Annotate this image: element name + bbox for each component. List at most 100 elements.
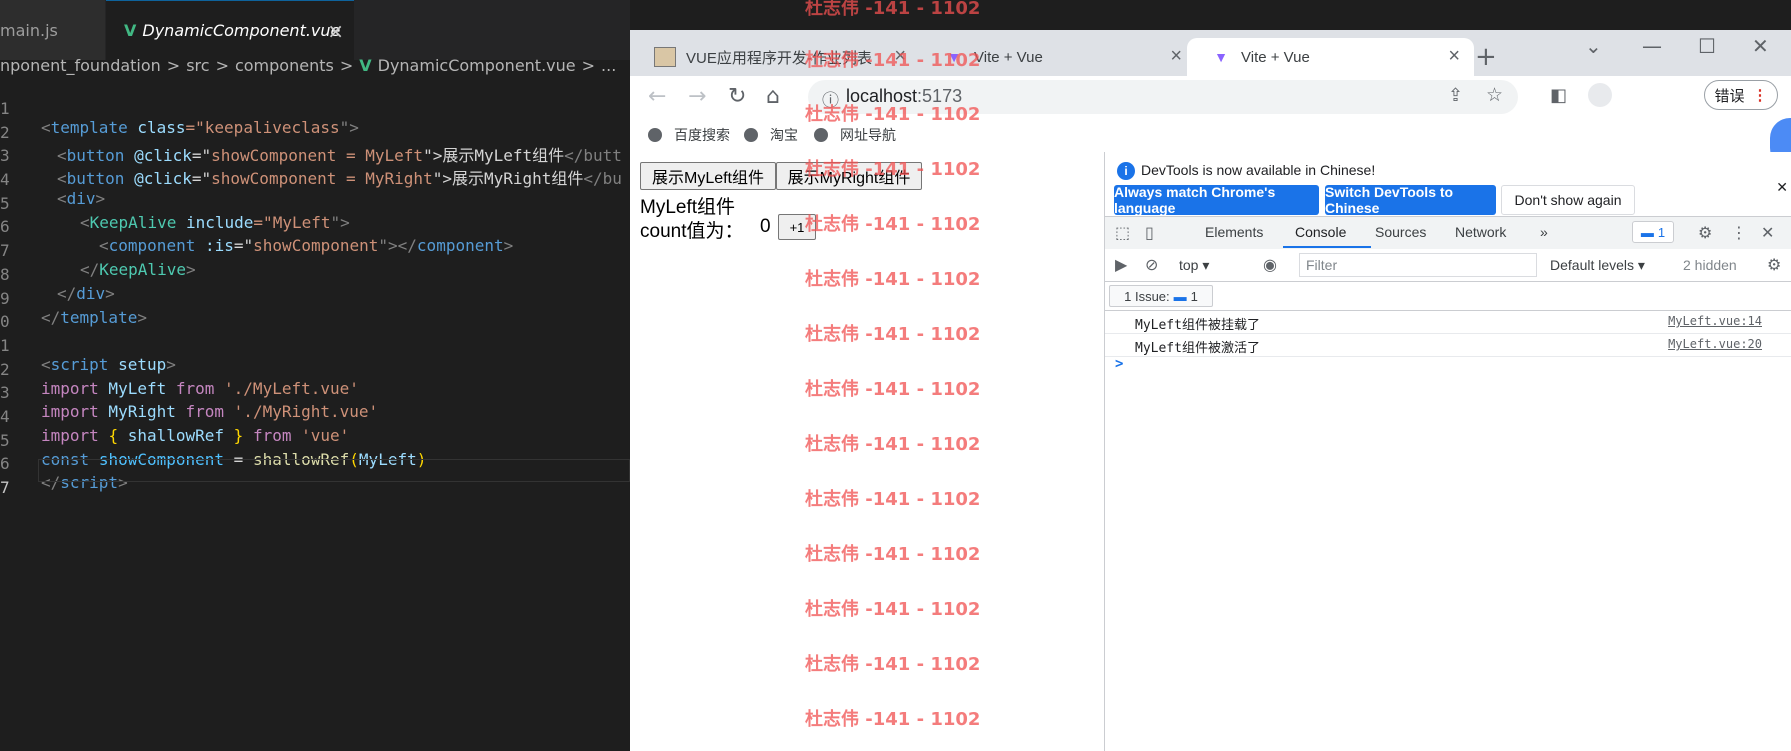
dont-show-again-button[interactable]: Don't show again bbox=[1501, 185, 1635, 215]
tab-search-chevron-icon[interactable]: ⌄ bbox=[1585, 34, 1602, 58]
bookmark-taobao[interactable]: 淘宝 bbox=[744, 125, 798, 145]
log-levels-dropdown[interactable]: Default levels ▾ bbox=[1550, 257, 1645, 274]
side-panel-icon[interactable]: ◧ bbox=[1550, 85, 1567, 106]
switch-to-chinese-button[interactable]: Switch DevTools to Chinese bbox=[1325, 184, 1496, 216]
inspect-element-icon[interactable]: ⬚ bbox=[1115, 223, 1130, 242]
page-favicon-icon bbox=[654, 47, 676, 67]
share-icon[interactable]: ⇪ bbox=[1448, 85, 1463, 106]
always-match-language-button[interactable]: Always match Chrome's language bbox=[1114, 184, 1319, 216]
browser-tab-homework[interactable]: VUE应用程序开发-作业列表 × bbox=[630, 38, 920, 76]
minimize-icon[interactable]: — bbox=[1642, 34, 1662, 58]
code-line-current: 7 bbox=[0, 459, 630, 497]
browser-tab-vite-active[interactable]: ▼ Vite + Vue × bbox=[1187, 38, 1474, 76]
editor-tab-bar: main.js V DynamicComponent.vue × bbox=[0, 0, 630, 60]
count-value: 0 bbox=[760, 216, 771, 237]
code-area[interactable]: 1 <template class="keepaliveclass"> 2 <b… bbox=[0, 80, 630, 497]
close-tab-icon[interactable]: × bbox=[1448, 45, 1460, 68]
log-source-link[interactable]: MyLeft.vue:14 bbox=[1668, 314, 1762, 328]
tab-label: DynamicComponent.vue bbox=[142, 21, 341, 40]
console-settings-gear-icon[interactable]: ⚙ bbox=[1767, 255, 1781, 274]
message-icon: ▬ bbox=[1640, 224, 1654, 240]
menu-kebab-icon: ⋮ bbox=[1752, 87, 1768, 104]
breadcrumb-item[interactable]: nponent_foundation bbox=[0, 56, 161, 75]
breadcrumb-separator: > bbox=[581, 56, 596, 75]
vue-file-icon: V bbox=[124, 21, 137, 40]
code-line: 5 <KeepAlive include="MyLeft"> bbox=[0, 175, 630, 232]
tab-title: Vite + Vue bbox=[974, 48, 1043, 66]
messages-badge[interactable]: ▬ 1 bbox=[1632, 221, 1674, 243]
breadcrumb-item[interactable]: DynamicComponent.vue bbox=[378, 56, 576, 75]
bookmarks-bar: 百度搜索 淘宝 网址导航 bbox=[630, 118, 1791, 168]
console-log-row: MyLeft组件被激活了 MyLeft.vue:20 bbox=[1105, 334, 1791, 357]
tab-dynamic-component[interactable]: V DynamicComponent.vue × bbox=[106, 0, 354, 60]
tab-main-js[interactable]: main.js bbox=[0, 0, 105, 60]
maximize-icon[interactable]: ☐ bbox=[1698, 34, 1716, 58]
bookmark-baidu[interactable]: 百度搜索 bbox=[648, 125, 730, 145]
breadcrumb-item[interactable]: ... bbox=[601, 56, 616, 75]
breadcrumb-item[interactable]: src bbox=[186, 56, 209, 75]
current-line-highlight bbox=[38, 459, 630, 482]
watermark-text: 杜志伟 -141 - 1102 bbox=[805, 0, 981, 19]
close-icon[interactable]: × bbox=[327, 19, 344, 43]
tab-sources[interactable]: Sources bbox=[1375, 224, 1426, 240]
back-arrow-icon[interactable]: ← bbox=[648, 84, 666, 109]
profile-avatar[interactable] bbox=[1588, 83, 1612, 107]
home-icon[interactable]: ⌂ bbox=[766, 84, 780, 109]
reload-icon[interactable]: ↻ bbox=[728, 84, 746, 109]
increment-button[interactable]: +1 bbox=[778, 214, 816, 240]
bookmark-nav[interactable]: 网址导航 bbox=[814, 125, 896, 145]
code-line: 6 <component :is="showComponent"></compo… bbox=[0, 198, 630, 255]
globe-icon bbox=[814, 128, 828, 142]
settings-gear-icon[interactable]: ⚙ bbox=[1698, 223, 1712, 242]
more-tabs-icon[interactable]: » bbox=[1540, 224, 1548, 240]
tab-elements[interactable]: Elements bbox=[1205, 224, 1263, 240]
log-message: MyLeft组件被激活了 bbox=[1135, 341, 1260, 356]
tab-network[interactable]: Network bbox=[1455, 224, 1506, 240]
component-title: MyLeft组件 bbox=[640, 197, 736, 218]
error-button[interactable]: 错误 ⋮ bbox=[1704, 80, 1778, 110]
code-line: 8 </div> bbox=[0, 246, 630, 303]
sidebar-toggle-icon[interactable]: ▶ bbox=[1115, 255, 1127, 274]
vite-favicon-icon: ▼ bbox=[1214, 49, 1228, 65]
code-line: 3 <button @click="showComponent = MyRigh… bbox=[0, 127, 630, 188]
close-tab-icon[interactable]: × bbox=[894, 45, 906, 68]
new-tab-button[interactable]: + bbox=[1475, 42, 1497, 72]
clear-console-icon[interactable]: ⊘ bbox=[1145, 255, 1158, 274]
bookmark-star-icon[interactable]: ☆ bbox=[1486, 84, 1503, 106]
tab-console[interactable]: Console bbox=[1295, 224, 1346, 240]
show-myright-button[interactable]: 展示MyRight组件 bbox=[776, 162, 922, 190]
code-line: 1 <script setup> bbox=[0, 317, 630, 374]
bookmark-label: 百度搜索 bbox=[674, 127, 730, 143]
code-line: 4 <div> bbox=[0, 151, 630, 208]
device-toolbar-icon[interactable]: ▯ bbox=[1145, 223, 1154, 242]
forward-arrow-icon[interactable]: → bbox=[688, 84, 706, 109]
issues-button[interactable]: 1 Issue: ▬ 1 bbox=[1109, 285, 1213, 307]
close-tab-icon[interactable]: × bbox=[1170, 45, 1182, 68]
close-window-icon[interactable]: ✕ bbox=[1752, 34, 1769, 58]
breadcrumb-item[interactable]: components bbox=[235, 56, 334, 75]
issues-label: 1 Issue: bbox=[1124, 288, 1170, 304]
log-source-link[interactable]: MyLeft.vue:20 bbox=[1668, 337, 1762, 351]
breadcrumb-separator: > bbox=[215, 56, 229, 75]
show-myleft-button[interactable]: 展示MyLeft组件 bbox=[640, 162, 776, 190]
eye-icon[interactable]: ◉ bbox=[1263, 255, 1277, 274]
context-label: top bbox=[1179, 257, 1199, 273]
url-host: localhost bbox=[846, 86, 918, 106]
issues-bar: 1 Issue: ▬ 1 bbox=[1105, 282, 1791, 311]
count-label: count值为： bbox=[640, 221, 744, 242]
close-devtools-icon[interactable]: ✕ bbox=[1761, 223, 1774, 242]
line-number: 7 bbox=[0, 478, 10, 497]
browser-tab-vite-1[interactable]: ▼ Vite + Vue × bbox=[920, 38, 1196, 76]
vue-file-icon: V bbox=[359, 56, 372, 75]
console-prompt[interactable]: > bbox=[1115, 356, 1123, 372]
filter-input[interactable]: Filter bbox=[1299, 253, 1537, 277]
code-line: 9 </template> bbox=[0, 270, 630, 327]
tab-title: Vite + Vue bbox=[1241, 48, 1310, 66]
close-infobar-icon[interactable]: ✕ bbox=[1776, 180, 1788, 196]
more-options-icon[interactable]: ⋮ bbox=[1731, 223, 1747, 242]
infobar-text: DevTools is now available in Chinese! bbox=[1141, 162, 1376, 178]
devtools-panel: i DevTools is now available in Chinese! … bbox=[1104, 152, 1791, 751]
context-selector[interactable]: top ▾ bbox=[1179, 257, 1209, 274]
breadcrumb: nponent_foundation > src > components > V Dynam… bbox=[0, 56, 630, 80]
site-info-icon[interactable]: ⓘ bbox=[822, 86, 839, 111]
